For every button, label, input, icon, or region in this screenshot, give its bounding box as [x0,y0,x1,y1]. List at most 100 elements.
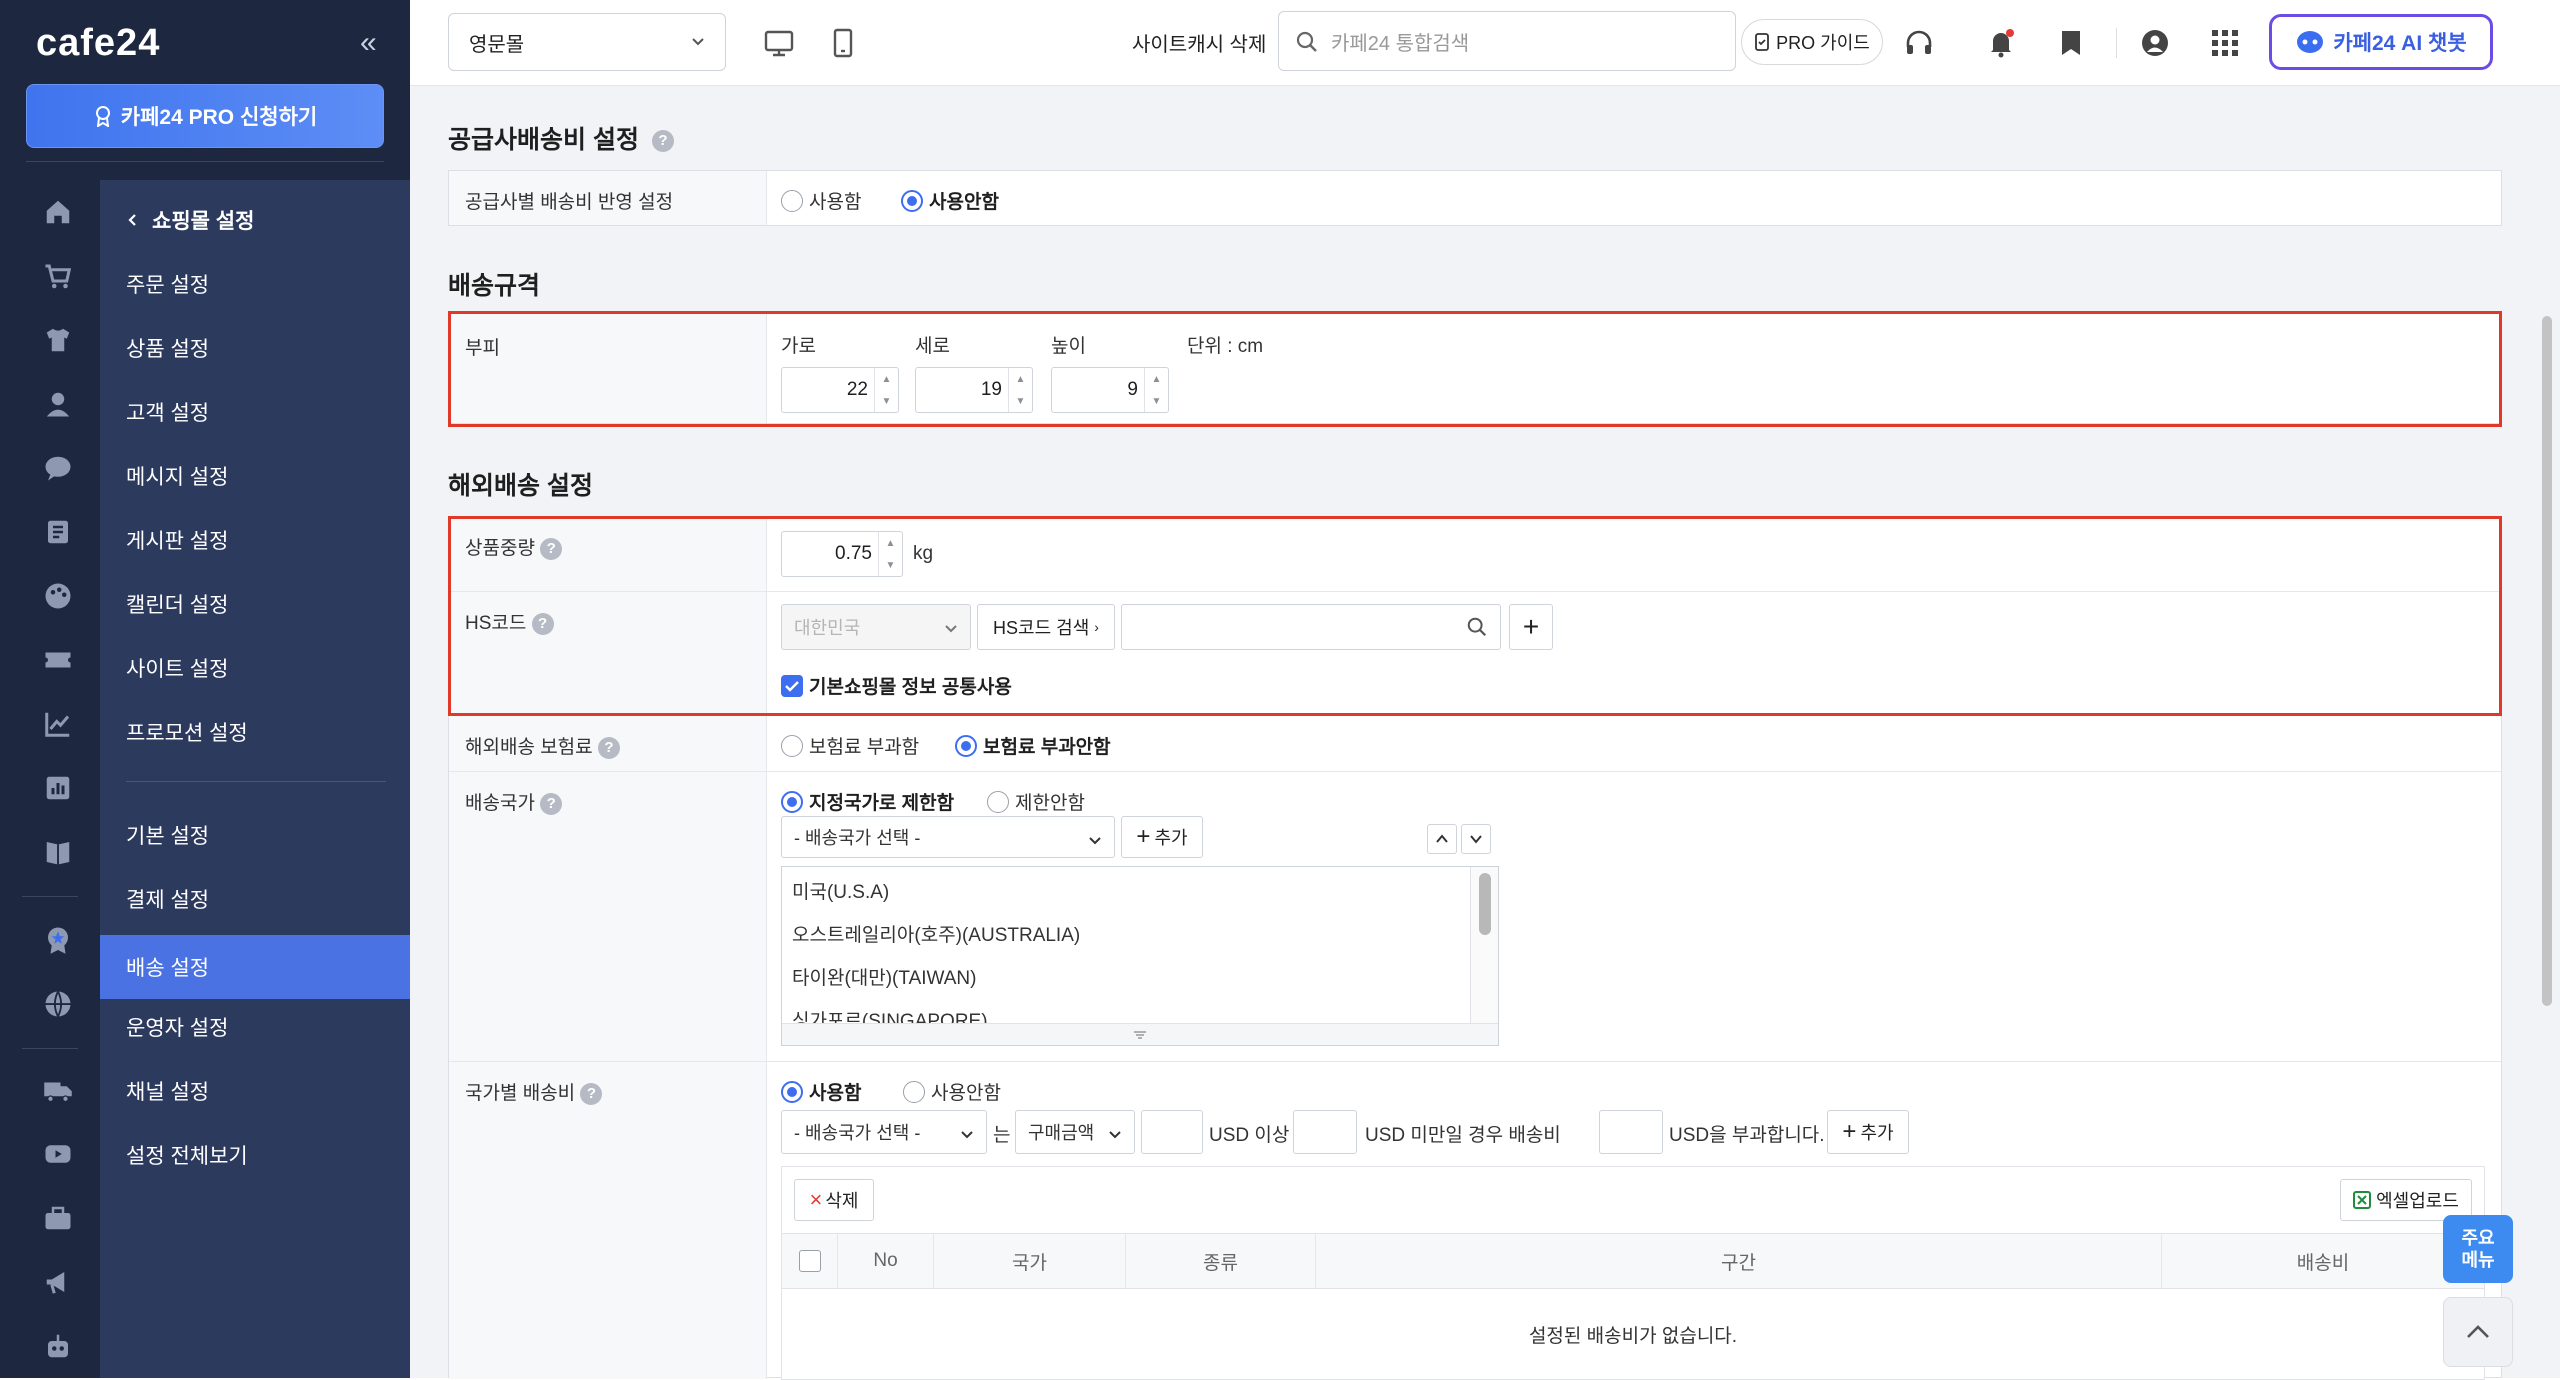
chat-icon[interactable] [38,448,78,488]
hs-code-input[interactable] [1121,604,1501,650]
home-icon[interactable] [38,192,78,232]
help-icon[interactable]: ? [540,537,563,560]
menu-item-payment[interactable]: 결제 설정 [100,867,410,931]
pro-apply-button[interactable]: 카페24 PRO 신청하기 [26,84,384,148]
fee-basis-select[interactable]: 구매금액 [1015,1110,1135,1154]
menu-back-shop-settings[interactable]: 쇼핑몰 설정 [100,188,410,252]
menu-item-order[interactable]: 주문 설정 [100,252,410,316]
apps-grid-icon[interactable] [2206,24,2244,62]
country-add-button[interactable]: + 추가 [1121,816,1203,858]
fee-max-input[interactable] [1293,1110,1357,1154]
hs-search-button[interactable]: HS코드 검색 › [977,604,1115,650]
fee-country-select[interactable]: - 배송국가 선택 - [781,1110,987,1154]
country-norestrict-radio[interactable]: 제한안함 [987,788,1085,815]
stepper-down-icon[interactable]: ▼ [882,396,892,407]
menu-item-customer[interactable]: 고객 설정 [100,380,410,444]
height-stepper[interactable]: 9 ▲ ▼ [1051,367,1169,413]
list-scrollbar[interactable] [1470,867,1498,1023]
stepper-down-icon[interactable]: ▼ [886,560,896,571]
menu-item-operator[interactable]: 운영자 설정 [100,995,410,1059]
account-icon[interactable] [2136,24,2174,62]
insurance-charge-radio[interactable]: 보험료 부과함 [781,732,919,759]
scrollbar-thumb[interactable] [2542,316,2552,1006]
help-icon[interactable]: ? [580,1082,603,1105]
fee-min-input[interactable] [1141,1110,1203,1154]
truck-icon[interactable] [38,1070,78,1110]
menu-item-message[interactable]: 메시지 설정 [100,444,410,508]
country-select[interactable]: - 배송국가 선택 - [781,816,1115,858]
stepper-up-icon[interactable]: ▲ [882,374,892,385]
resize-handle-icon[interactable] [782,1023,1498,1045]
mall-select[interactable]: 영문몰 [448,13,726,71]
stepper-down-icon[interactable]: ▼ [1016,396,1026,407]
fee-add-button[interactable]: + 추가 [1827,1110,1909,1154]
bell-icon[interactable] [1982,24,2020,62]
depth-stepper[interactable]: 19 ▲ ▼ [915,367,1033,413]
menu-item-site[interactable]: 사이트 설정 [100,636,410,700]
pro-guide-button[interactable]: PRO 가이드 [1741,19,1883,65]
fee-amount-input[interactable] [1599,1110,1663,1154]
list-item[interactable]: 타이완(대만)(TAIWAN) [792,963,976,990]
country-restrict-radio[interactable]: 지정국가로 제한함 [781,788,954,815]
delete-button[interactable]: × 삭제 [794,1179,874,1221]
desktop-icon[interactable] [760,24,798,62]
help-icon[interactable]: ? [540,792,563,815]
select-all-checkbox[interactable] [798,1250,821,1272]
supplier-fee-nouse-radio[interactable]: 사용안함 [901,187,999,214]
palette-icon[interactable] [38,576,78,616]
stepper-up-icon[interactable]: ▲ [1016,374,1026,385]
hs-add-button[interactable]: + [1509,604,1553,650]
toolbox-icon[interactable] [38,1198,78,1238]
delete-site-cache-link[interactable]: 사이트캐시 삭제 [1132,28,1266,57]
stepper-down-icon[interactable]: ▼ [1152,396,1162,407]
width-stepper[interactable]: 22 ▲ ▼ [781,367,899,413]
menu-item-basic[interactable]: 기본 설정 [100,803,410,867]
list-item[interactable]: 싱가포르(SINGAPORE) [792,1006,988,1024]
stepper-up-icon[interactable]: ▲ [1152,374,1162,385]
search-icon[interactable] [1466,616,1488,638]
board-icon[interactable] [38,512,78,552]
page-scrollbar[interactable] [2532,86,2560,1378]
play-icon[interactable] [38,1134,78,1174]
stepper-up-icon[interactable]: ▲ [886,538,896,549]
mobile-icon[interactable] [824,24,862,62]
quick-menu-button[interactable]: 주요 메뉴 [2443,1215,2513,1283]
insurance-nocharge-radio[interactable]: 보험료 부과안함 [955,732,1111,759]
ai-chatbot-button[interactable]: 카페24 AI 챗봇 [2269,14,2493,70]
megaphone-icon[interactable] [38,1262,78,1302]
collapse-sidebar-button[interactable]: « [360,26,377,60]
globe-icon[interactable] [38,984,78,1024]
supplier-fee-use-radio[interactable]: 사용함 [781,187,861,214]
stats-icon[interactable] [38,768,78,808]
move-down-button[interactable] [1461,824,1491,854]
menu-item-calendar[interactable]: 캘린더 설정 [100,572,410,636]
tshirt-icon[interactable] [38,320,78,360]
hs-country-select[interactable]: 대한민국 [781,604,971,650]
cart-icon[interactable] [38,256,78,296]
fee-use-radio[interactable]: 사용함 [781,1078,861,1105]
person-icon[interactable] [38,384,78,424]
search-input[interactable]: 카페24 통합검색 [1278,11,1736,71]
menu-item-product[interactable]: 상품 설정 [100,316,410,380]
brand-logo[interactable]: cafe24 [36,22,160,65]
scroll-top-button[interactable] [2443,1297,2513,1367]
menu-item-shipping[interactable]: 배송 설정 [100,935,410,999]
list-item[interactable]: 오스트레일리아(호주)(AUSTRALIA) [792,920,1080,947]
help-icon[interactable]: ? [531,612,554,635]
menu-item-board[interactable]: 게시판 설정 [100,508,410,572]
menu-item-all-settings[interactable]: 설정 전체보기 [100,1123,410,1187]
bookmark-icon[interactable] [2052,24,2090,62]
chart-icon[interactable] [38,704,78,744]
ticket-icon[interactable] [38,640,78,680]
share-info-checkbox[interactable]: 기본쇼핑몰 정보 공통사용 [781,672,1012,699]
headset-icon[interactable] [1900,24,1938,62]
country-list[interactable]: 미국(U.S.A) 오스트레일리아(호주)(AUSTRALIA) 타이완(대만)… [781,866,1499,1046]
book-icon[interactable] [38,832,78,872]
help-icon[interactable]: ? [651,130,674,153]
weight-stepper[interactable]: 0.75 ▲ ▼ [781,531,903,577]
robot-icon[interactable] [38,1326,78,1366]
fee-nouse-radio[interactable]: 사용안함 [903,1078,1001,1105]
help-icon[interactable]: ? [597,736,620,759]
menu-item-promotion[interactable]: 프로모션 설정 [100,700,410,764]
menu-item-channel[interactable]: 채널 설정 [100,1059,410,1123]
